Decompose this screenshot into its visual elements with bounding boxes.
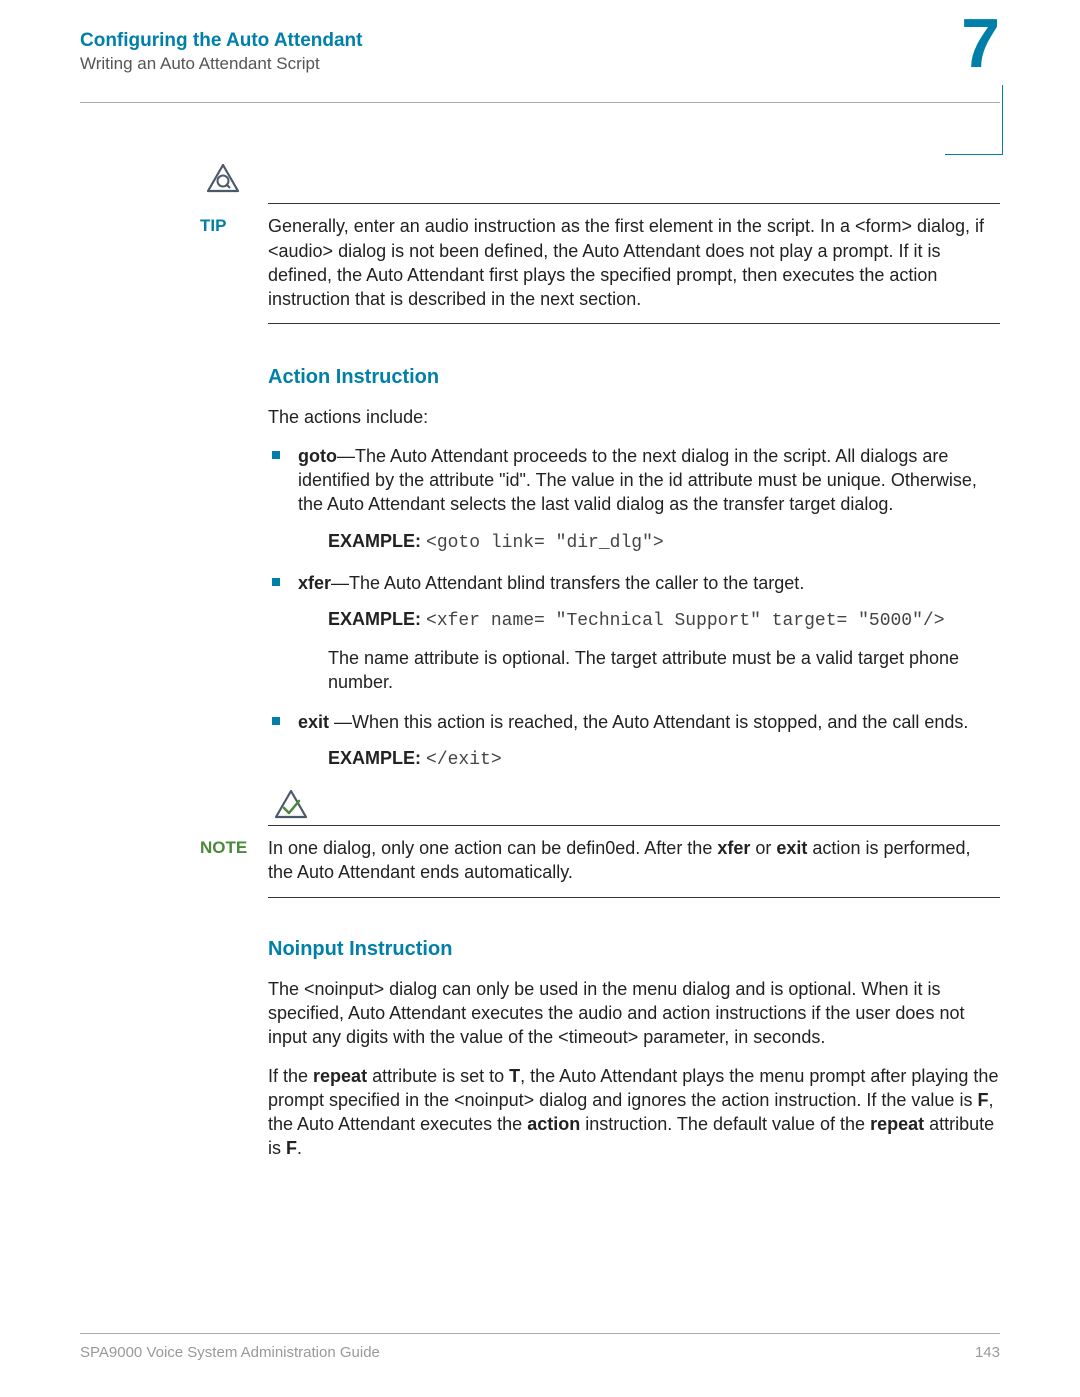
xfer-term: xfer [298, 573, 331, 593]
p2-action: action [527, 1114, 580, 1134]
xfer-line: xfer—The Auto Attendant blind transfers … [298, 573, 804, 593]
p2-repeat2: repeat [870, 1114, 924, 1134]
example-code: <goto link= "dir_dlg"> [426, 533, 664, 553]
example-code: </exit> [426, 750, 502, 770]
tip-bottom-rule [268, 323, 1000, 324]
xfer-example: EXAMPLE: <xfer name= "Technical Support"… [298, 607, 1000, 633]
chapter-box-decor [945, 85, 1003, 155]
note-text: or [750, 838, 776, 858]
page-number: 143 [975, 1344, 1000, 1361]
p2-text: attribute is set to [367, 1066, 509, 1086]
note-body: In one dialog, only one action can be de… [268, 836, 1000, 885]
note-bottom-rule [268, 897, 1000, 898]
tip-body: Generally, enter an audio instruction as… [268, 214, 1000, 311]
main-content: TIP Generally, enter an audio instructio… [200, 163, 1000, 1161]
example-label: EXAMPLE: [328, 609, 421, 629]
p2-text: If the [268, 1066, 313, 1086]
goto-line: goto—The Auto Attendant proceeds to the … [298, 446, 977, 515]
tip-icon [206, 163, 1000, 199]
tip-callout: TIP Generally, enter an audio instructio… [200, 163, 1000, 324]
exit-term: exit [298, 712, 329, 732]
tip-top-rule [268, 203, 1000, 204]
p2-F: F [977, 1090, 988, 1110]
header-subtitle: Writing an Auto Attendant Script [80, 54, 1000, 74]
noinput-heading: Noinput Instruction [268, 936, 1000, 963]
p2-text: . [297, 1138, 302, 1158]
footer-title: SPA9000 Voice System Administration Guid… [80, 1344, 380, 1361]
note-exit: exit [776, 838, 807, 858]
xfer-desc: —The Auto Attendant blind transfers the … [331, 573, 804, 593]
note-icon [274, 789, 1000, 825]
exit-desc: —When this action is reached, the Auto A… [329, 712, 968, 732]
list-item: exit —When this action is reached, the A… [268, 710, 1000, 773]
action-heading: Action Instruction [268, 364, 1000, 391]
tip-label: TIP [200, 214, 268, 238]
xfer-after: The name attribute is optional. The targ… [298, 646, 1000, 695]
example-label: EXAMPLE: [328, 531, 421, 551]
noinput-p2: If the repeat attribute is set to T, the… [268, 1064, 1000, 1161]
footer-rule [80, 1333, 1000, 1334]
goto-desc: —The Auto Attendant proceeds to the next… [298, 446, 977, 515]
goto-example: EXAMPLE: <goto link= "dir_dlg"> [298, 529, 1000, 555]
list-item: xfer—The Auto Attendant blind transfers … [268, 571, 1000, 694]
page-footer: SPA9000 Voice System Administration Guid… [80, 1333, 1000, 1361]
p2-T: T [509, 1066, 520, 1086]
exit-line: exit —When this action is reached, the A… [298, 712, 968, 732]
p2-text: instruction. The default value of the [580, 1114, 870, 1134]
list-item: goto—The Auto Attendant proceeds to the … [268, 444, 1000, 555]
noinput-p1: The <noinput> dialog can only be used in… [268, 977, 1000, 1050]
exit-example: EXAMPLE: </exit> [298, 746, 1000, 772]
action-intro: The actions include: [268, 405, 1000, 429]
example-code: <xfer name= "Technical Support" target= … [426, 611, 944, 631]
header-title: Configuring the Auto Attendant [80, 30, 1000, 52]
chapter-number: 7 [961, 8, 1000, 78]
action-bullets: goto—The Auto Attendant proceeds to the … [268, 444, 1000, 773]
goto-term: goto [298, 446, 337, 466]
p2-repeat: repeat [313, 1066, 367, 1086]
note-xfer: xfer [717, 838, 750, 858]
header-rule [80, 102, 1000, 103]
note-label: NOTE [200, 836, 268, 860]
note-text: In one dialog, only one action can be de… [268, 838, 717, 858]
p2-F2: F [286, 1138, 297, 1158]
example-label: EXAMPLE: [328, 748, 421, 768]
note-top-rule [268, 825, 1000, 826]
page-header: Configuring the Auto Attendant Writing a… [80, 30, 1000, 103]
